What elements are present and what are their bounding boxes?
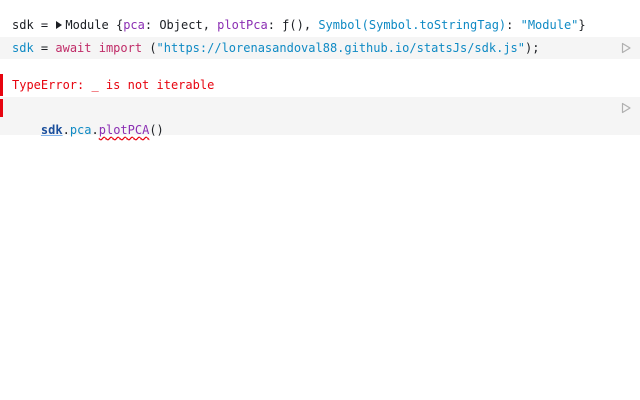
input-prop: pca <box>69 123 92 137</box>
close-brace: } <box>578 18 586 32</box>
output-eq: = <box>33 18 56 32</box>
key-plotpca: plotPca <box>217 18 268 32</box>
cell1-output: sdk = Module {pca: Object, plotPca: ƒ(),… <box>0 14 640 36</box>
input-method: plotPCA <box>98 123 150 137</box>
import-url: "https://lorenasandoval88.github.io/stat… <box>156 41 526 55</box>
expand-triangle-icon[interactable] <box>56 21 63 29</box>
close-paren: ); <box>525 41 540 55</box>
input-space <box>92 41 99 55</box>
input-var-name: sdk <box>12 41 34 55</box>
play-icon[interactable] <box>620 102 632 114</box>
output-var-name: sdk <box>12 18 34 32</box>
error-indicator-bar <box>0 74 3 96</box>
open-paren: ( <box>142 41 157 55</box>
colon-3: : <box>506 18 521 32</box>
key-pca: pca <box>123 18 145 32</box>
input-call: () <box>149 123 164 137</box>
value-plotpca: ƒ() <box>282 18 304 32</box>
dot-1: . <box>62 123 70 137</box>
keyword-import: import <box>98 41 143 55</box>
input-eq: = <box>33 41 56 55</box>
cell2-input[interactable]: sdk.pca.plotPCA() <box>0 97 640 137</box>
error-message: TypeError: _ is not iterable <box>12 78 215 92</box>
module-type-label[interactable]: Module <box>65 18 108 32</box>
key-symbol: Symbol(Symbol.toStringTag) <box>318 18 507 32</box>
colon-2: : <box>267 18 283 32</box>
error-indicator-bar-input <box>0 99 3 117</box>
value-pca: Object <box>159 18 203 32</box>
keyword-await: await <box>55 41 92 55</box>
cell2-error: TypeError: _ is not iterable <box>0 74 640 96</box>
cell1-input[interactable]: sdk = await import ("https://lorenasando… <box>0 37 640 59</box>
input-obj: sdk <box>40 123 63 137</box>
colon-1: : <box>144 18 160 32</box>
comma-2: , <box>303 18 319 32</box>
comma-1: , <box>202 18 218 32</box>
notebook: sdk = Module {pca: Object, plotPca: ƒ(),… <box>0 0 640 400</box>
open-brace: { <box>108 18 124 32</box>
value-symbol: "Module" <box>520 18 579 32</box>
play-icon[interactable] <box>620 42 632 54</box>
dot-2: . <box>91 123 99 137</box>
